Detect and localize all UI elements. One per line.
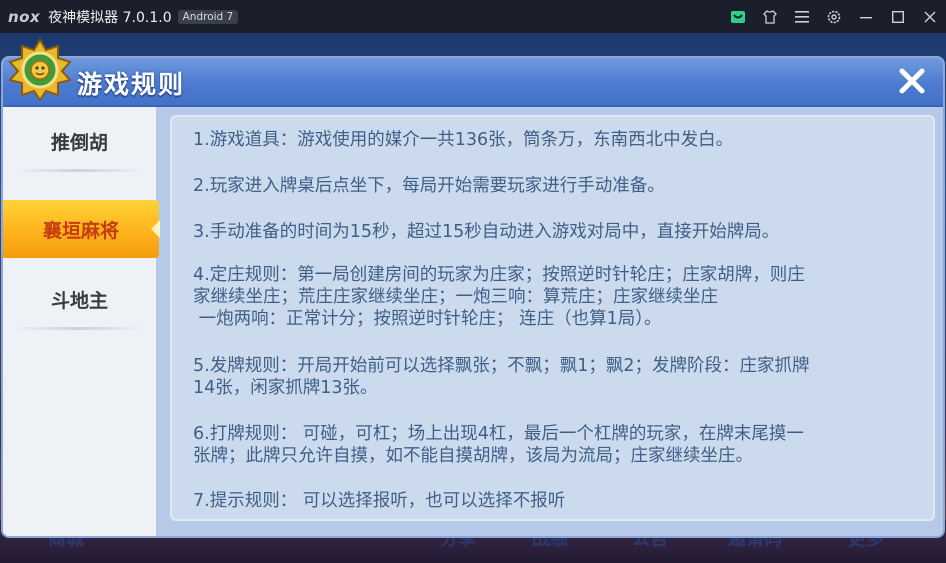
menu-item-label: 襄垣麻将 xyxy=(42,219,119,242)
emulator-titlebar: nox 夜神模拟器 7.0.1.0 Android 7 xyxy=(0,0,946,33)
rules-side-menu: 推倒胡 襄垣麻将 斗地主 xyxy=(3,107,160,536)
menu-item-xiangyuan-mahjong[interactable]: 襄垣麻将 xyxy=(3,200,160,258)
menu-item-label: 推倒胡 xyxy=(50,131,108,154)
rule-line: 一炮两响：正常计分；按照逆时针轮庄； 连庄（也算1局）。 xyxy=(193,309,662,329)
minimize-icon[interactable] xyxy=(850,0,882,33)
rule-line: 6.打牌规则： 可碰，可杠；场上出现4杠，最后一个杠牌的玩家，在牌末尾摸一 xyxy=(193,424,804,444)
menu-item-tuidaohu[interactable]: 推倒胡 xyxy=(3,112,156,172)
close-icon xyxy=(899,68,925,94)
titlebar-controls xyxy=(722,0,946,33)
rule-line: 5.发牌规则：开局开始前可以选择飘张；不飘；飘1；飘2；发牌阶段：庄家抓牌 xyxy=(193,356,810,376)
menu-item-doudizhu[interactable]: 斗地主 xyxy=(3,270,156,330)
android-version-badge: Android 7 xyxy=(177,9,239,24)
rule-line: 7.提示规则： 可以选择报听，也可以选择不报听 xyxy=(193,491,566,511)
rule-line: 14张，闲家抓牌13张。 xyxy=(193,378,378,398)
rule-line: 3.手动准备的时间为15秒，超过15秒自动进入游戏对局中，直接开始牌局。 xyxy=(193,222,780,242)
maximize-icon[interactable] xyxy=(882,0,914,33)
menu-icon[interactable] xyxy=(786,0,818,33)
rules-dialog: 游戏规则 推倒胡 襄垣麻将 斗地主 1.游戏道具：游戏使用的媒介一共136张，筒… xyxy=(3,58,943,536)
rule-line: 1.游戏道具：游戏使用的媒介一共136张，筒条万，东南西北中发白。 xyxy=(193,130,734,150)
dialog-close-button[interactable] xyxy=(895,64,929,98)
menu-item-label: 斗地主 xyxy=(50,289,108,312)
close-icon[interactable] xyxy=(914,0,946,33)
active-indicator-arrow-icon xyxy=(151,220,160,238)
shirt-icon[interactable] xyxy=(754,0,786,33)
nox-logo: nox xyxy=(8,7,41,26)
rule-line: 4.定庄规则：第一局创建房间的玩家为庄家；按照逆时针轮庄；庄家胡牌，则庄 xyxy=(193,265,805,285)
dialog-header: 游戏规则 xyxy=(3,58,943,107)
dialog-title: 游戏规则 xyxy=(77,70,186,99)
rule-line: 2.玩家进入牌桌后点坐下，每局开始需要玩家进行手动准备。 xyxy=(193,176,665,196)
rules-emblem-icon xyxy=(8,38,72,102)
store-icon[interactable] xyxy=(722,0,754,33)
settings-icon[interactable] xyxy=(818,0,850,33)
rules-content-panel[interactable]: 1.游戏道具：游戏使用的媒介一共136张，筒条万，东南西北中发白。 2.玩家进入… xyxy=(170,115,935,521)
rule-line: 家继续坐庄；荒庄庄家继续坐庄；一炮三响：算荒庄；庄家继续坐庄 xyxy=(193,287,718,307)
rule-line: 张牌；此牌只允许自摸，如不能自摸胡牌，该局为流局；庄家继续坐庄。 xyxy=(193,446,753,466)
app-title: 夜神模拟器 7.0.1.0 xyxy=(48,9,172,26)
